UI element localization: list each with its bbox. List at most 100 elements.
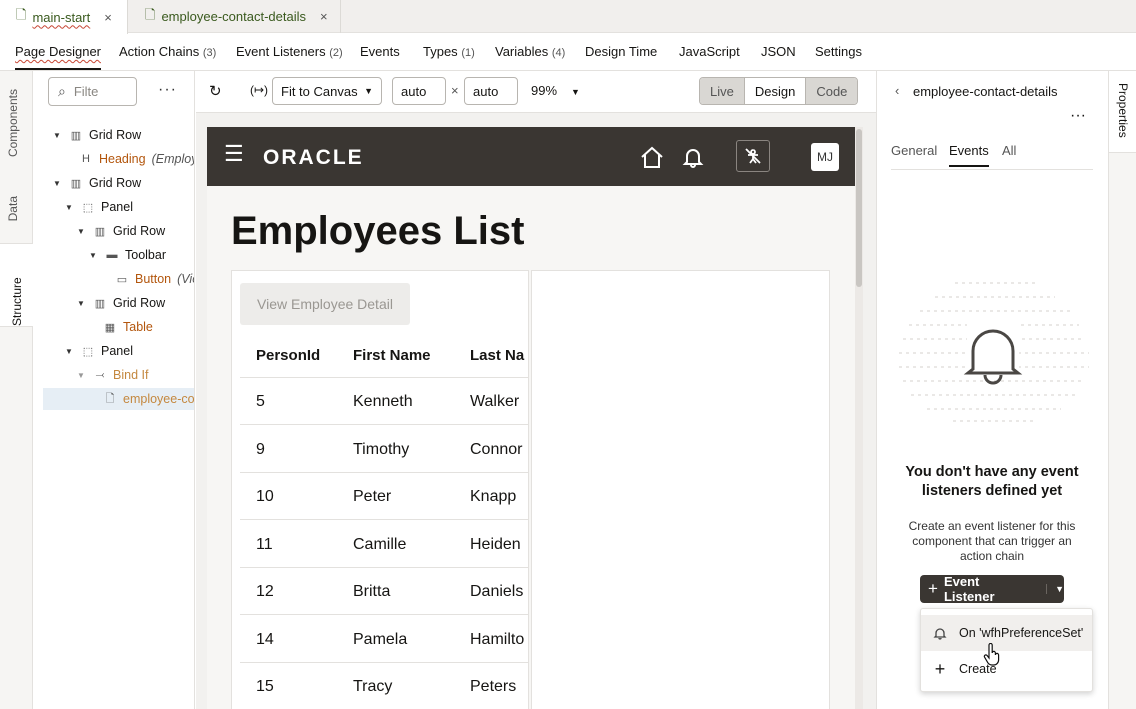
event-listener-menu: On 'wfhPreferenceSet' + Create bbox=[920, 608, 1093, 692]
panel-icon: ⬚ bbox=[82, 345, 94, 358]
table-cell: 12 bbox=[256, 583, 274, 600]
fit-to-canvas-select[interactable]: Fit to Canvas ▼ bbox=[272, 77, 382, 105]
home-icon[interactable] bbox=[640, 146, 664, 168]
view-employee-detail-button[interactable]: View Employee Detail bbox=[240, 283, 410, 325]
close-icon[interactable]: × bbox=[320, 9, 328, 24]
collapse-icon[interactable]: ▼ bbox=[65, 203, 75, 212]
page-file-icon: 🗋 bbox=[105, 392, 115, 405]
tree-node-grid-row[interactable]: ▼ ▥ Grid Row bbox=[53, 124, 141, 146]
avatar[interactable]: MJ bbox=[811, 143, 839, 171]
table-cell: Timothy bbox=[353, 441, 410, 458]
table-cell: 15 bbox=[256, 678, 274, 695]
tab-settings[interactable]: Settings bbox=[815, 44, 862, 59]
accessibility-icon[interactable] bbox=[736, 140, 770, 172]
bell-icon bbox=[933, 628, 947, 640]
tree-node-bind-if[interactable]: ▼ ⤙ Bind If bbox=[77, 364, 148, 386]
close-icon[interactable]: × bbox=[104, 10, 112, 25]
file-tab-label: employee-contact-details bbox=[161, 9, 306, 24]
scrollbar-thumb[interactable] bbox=[856, 129, 862, 287]
canvas-toolbar: ↻ (↦) Fit to Canvas ▼ auto × auto 99% ▼ Li… bbox=[196, 71, 876, 113]
more-options-icon[interactable]: ··· bbox=[1070, 107, 1086, 125]
tab-action-chains[interactable]: Action Chains (3) bbox=[119, 44, 216, 59]
tab-javascript[interactable]: JavaScript bbox=[679, 44, 740, 59]
mode-design[interactable]: Design bbox=[743, 78, 807, 104]
structure-panel: ⌕ Filte ··· ▼ ▥ Grid Row H Heading (Employ ▼… bbox=[33, 71, 195, 709]
app-header: ☰ ORACLE MJ bbox=[207, 127, 855, 186]
tab-types[interactable]: Types (1) bbox=[423, 44, 475, 59]
tree-node-toolbar[interactable]: ▼ ▬ Toolbar bbox=[89, 244, 166, 266]
more-options-icon[interactable]: ··· bbox=[158, 81, 177, 99]
filter-placeholder: Filte bbox=[73, 84, 99, 99]
back-chevron-icon[interactable]: ‹ bbox=[895, 83, 899, 98]
refresh-icon[interactable]: ↻ bbox=[209, 82, 222, 100]
empty-state-title: You don't have any event listeners defin… bbox=[905, 464, 1079, 499]
rail-tab-data[interactable]: Data bbox=[6, 196, 20, 221]
tab-event-listeners[interactable]: Event Listeners (2) bbox=[236, 44, 343, 59]
variable-binding-icon[interactable]: (↦) bbox=[250, 83, 268, 97]
table-cell: Peters bbox=[470, 678, 517, 695]
tree-node-grid-row[interactable]: ▼ ▥ Grid Row bbox=[53, 172, 141, 194]
tab-page-designer[interactable]: Page Designer bbox=[15, 44, 101, 70]
table-cell: Peter bbox=[353, 488, 392, 505]
tab-general[interactable]: General bbox=[891, 143, 937, 158]
table-cell: Daniels bbox=[470, 583, 524, 600]
rail-tab-structure[interactable]: Structure bbox=[0, 243, 33, 327]
empty-state-description: Create an event listener for this compon… bbox=[908, 519, 1076, 563]
chevron-down-icon: ▼ bbox=[571, 87, 580, 97]
table-cell: Camille bbox=[353, 536, 407, 553]
hand-cursor-icon bbox=[983, 643, 1000, 666]
tab-events[interactable]: Events bbox=[949, 143, 989, 167]
tree-node-heading[interactable]: H Heading (Employ bbox=[79, 148, 194, 170]
detail-panel bbox=[531, 270, 830, 709]
table-cell: Pamela bbox=[353, 631, 408, 648]
collapse-icon[interactable]: ▼ bbox=[77, 371, 87, 380]
mode-live[interactable]: Live bbox=[700, 78, 744, 104]
zoom-select[interactable]: 99% ▼ bbox=[531, 83, 580, 98]
panel-icon: ⬚ bbox=[82, 201, 94, 214]
tab-variables[interactable]: Variables (4) bbox=[495, 44, 565, 59]
table-cell: Heiden bbox=[470, 536, 521, 553]
collapse-icon[interactable]: ▼ bbox=[53, 131, 63, 140]
rail-tab-properties[interactable]: Properties bbox=[1109, 71, 1136, 153]
table-cell: Kenneth bbox=[353, 393, 413, 410]
file-tab-main-start[interactable]: 🗋 main-start × bbox=[0, 0, 128, 34]
menu-item-wfh-preference-set[interactable]: On 'wfhPreferenceSet' bbox=[921, 615, 1092, 651]
tree-node-grid-row[interactable]: ▼ ▥ Grid Row bbox=[77, 220, 165, 242]
search-icon: ⌕ bbox=[58, 83, 66, 99]
add-event-listener-button[interactable]: + Event Listener ▼ bbox=[920, 574, 1064, 604]
column-header[interactable]: PersonId bbox=[256, 347, 320, 364]
tree-node-employee-contact[interactable]: 🗋 employee-co bbox=[43, 388, 194, 410]
tree-node-grid-row[interactable]: ▼ ▥ Grid Row bbox=[77, 292, 165, 314]
collapse-icon[interactable]: ▼ bbox=[77, 299, 87, 308]
table-cell: 11 bbox=[256, 536, 273, 553]
left-rail: Components Data Structure bbox=[0, 71, 33, 709]
rail-tab-components[interactable]: Components bbox=[6, 89, 20, 157]
canvas-width-input[interactable]: auto bbox=[392, 77, 446, 105]
bell-icon[interactable] bbox=[682, 146, 704, 168]
column-header[interactable]: First Name bbox=[353, 347, 431, 364]
menu-item-create[interactable]: + Create bbox=[921, 651, 1092, 687]
tree-node-panel[interactable]: ▼ ⬚ Panel bbox=[65, 196, 133, 218]
file-tab-bar: 🗋 main-start × 🗋 employee-contact-detail… bbox=[0, 0, 1136, 34]
collapse-icon[interactable]: ▼ bbox=[89, 251, 99, 260]
tab-design-time[interactable]: Design Time bbox=[585, 44, 657, 59]
heading-icon: H bbox=[82, 153, 90, 165]
collapse-icon[interactable]: ▼ bbox=[65, 347, 75, 356]
canvas-height-input[interactable]: auto bbox=[464, 77, 518, 105]
column-header[interactable]: Last Na bbox=[470, 347, 524, 364]
tree-node-panel[interactable]: ▼ ⬚ Panel bbox=[65, 340, 133, 362]
tab-all[interactable]: All bbox=[1002, 143, 1016, 158]
table-cell: 14 bbox=[256, 631, 274, 648]
collapse-icon[interactable]: ▼ bbox=[53, 179, 63, 188]
mode-code[interactable]: Code bbox=[806, 78, 858, 104]
collapse-icon[interactable]: ▼ bbox=[77, 227, 87, 236]
tree-node-table[interactable]: ▦ Table bbox=[103, 316, 153, 338]
grid-row-icon: ▥ bbox=[94, 297, 106, 310]
tab-events[interactable]: Events bbox=[360, 44, 400, 59]
file-tab-employee-contact-details[interactable]: 🗋 employee-contact-details × bbox=[129, 0, 341, 33]
tab-json[interactable]: JSON bbox=[761, 44, 796, 59]
hamburger-menu-icon[interactable]: ☰ bbox=[224, 143, 244, 165]
oracle-logo: ORACLE bbox=[263, 146, 364, 169]
structure-filter-input[interactable]: ⌕ Filte bbox=[48, 77, 137, 106]
tree-node-button[interactable]: ▭Button(Vie bbox=[115, 268, 194, 290]
